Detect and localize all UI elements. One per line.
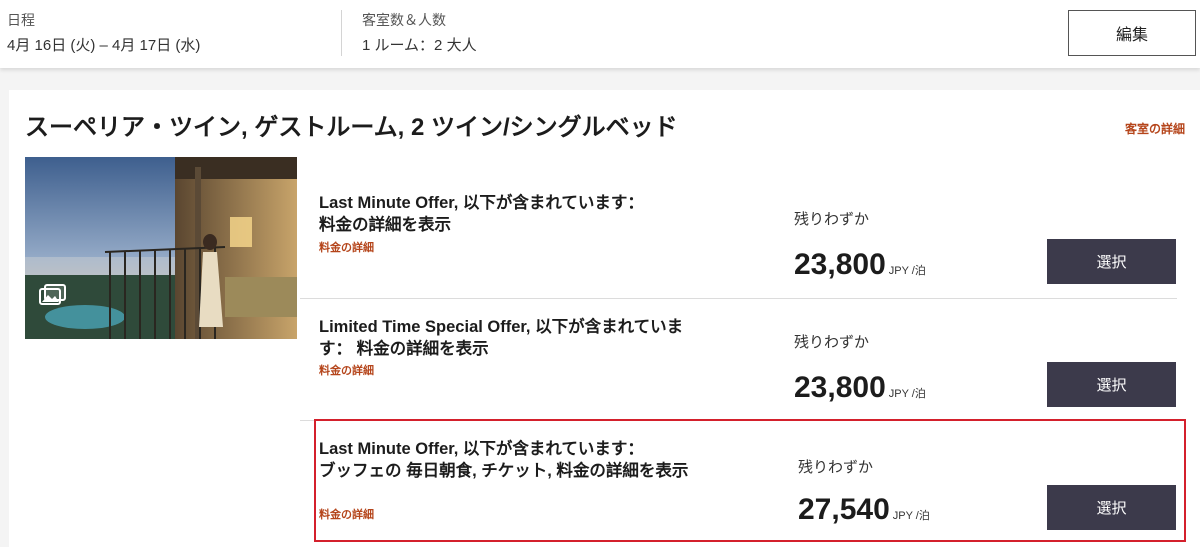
rate-divider [300,298,1177,299]
price: 27,540 JPY /泊 [798,493,930,527]
select-button[interactable]: 選択 [1047,239,1176,284]
price-unit: JPY /泊 [888,265,926,277]
edit-button[interactable]: 編集 [1068,10,1196,56]
room-photo[interactable] [25,157,297,339]
select-button[interactable]: 選択 [1047,362,1176,407]
dates-value: 4月 16日 (火) – 4月 17日 (水) [7,37,201,54]
room-photo-image [25,157,297,339]
rate-title: Last Minute Offer, 以下が含まれています： [319,194,644,212]
guests-label: 客室数＆人数 [362,12,446,28]
select-button[interactable]: 選択 [1047,485,1176,530]
rate-name: Last Minute Offer, 以下が含まれています： 料金の詳細を表示 [319,192,699,236]
summary-divider [341,10,342,56]
guests-value: 1 ルーム：2 大人 [362,37,477,54]
rate-inclusions: 料金の詳細を表示 [356,340,489,358]
room-title: スーペリア・ツイン, ゲストルーム, 2 ツイン/シングルベッド [25,114,678,141]
price: 23,800 JPY /泊 [794,248,926,282]
rate-details-link[interactable]: 料金の詳細 [319,362,374,378]
rate-divider [300,420,1177,421]
rate-name: Last Minute Offer, 以下が含まれています： ブッフェの 毎日朝… [319,438,699,482]
rate-inclusions: 料金の詳細を表示 [319,216,451,234]
room-details-link[interactable]: 客室の詳細 [1125,120,1185,137]
rate-title: Last Minute Offer, 以下が含まれています： [319,440,644,458]
price-amount: 23,800 [794,371,886,404]
rate-inclusions: ブッフェの 毎日朝食, チケット, 料金の詳細を表示 [319,462,689,480]
availability-text: 残りわずか [798,459,874,476]
price-amount: 27,540 [798,493,890,526]
rate-details-link[interactable]: 料金の詳細 [319,239,374,255]
price-unit: JPY /泊 [888,388,926,400]
availability-text: 残りわずか [794,211,870,228]
rate-name: Limited Time Special Offer, 以下が含まれています： … [319,316,699,360]
booking-summary-bar: 日程 4月 16日 (火) – 4月 17日 (水) 客室数＆人数 1 ルーム：… [0,0,1200,68]
availability-text: 残りわずか [794,334,870,351]
price: 23,800 JPY /泊 [794,371,926,405]
dates-label: 日程 [7,12,35,28]
rate-details-link[interactable]: 料金の詳細 [319,506,374,522]
gallery-icon[interactable] [37,283,67,307]
price-amount: 23,800 [794,248,886,281]
price-unit: JPY /泊 [892,510,930,522]
